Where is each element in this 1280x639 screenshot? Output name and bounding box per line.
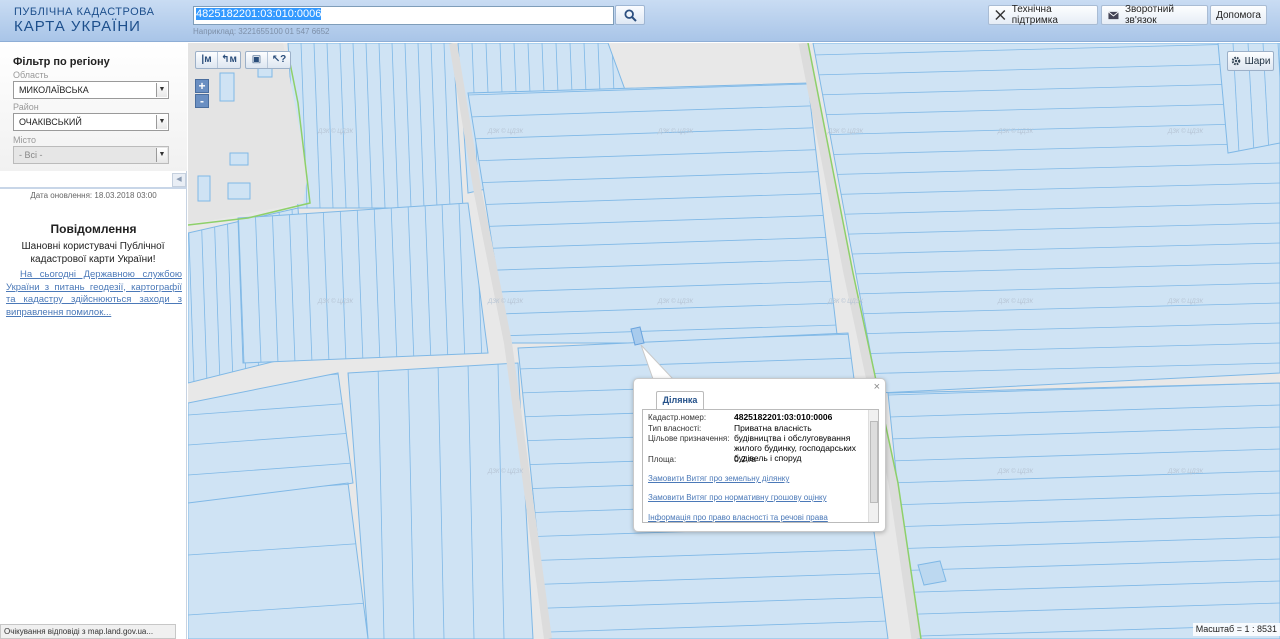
city-label: Місто xyxy=(13,135,37,145)
map-watermark: ДЗК © ЦДЗК xyxy=(317,128,353,135)
chevron-down-icon[interactable]: ▼ xyxy=(156,115,167,129)
map-watermark: ДЗК © ЦДЗК xyxy=(1167,298,1203,305)
browser-status-bar: Очікування відповіді з map.land.gov.ua..… xyxy=(0,624,176,639)
order-valuation-extract-link[interactable]: Замовити Витяг про нормативну грошову оц… xyxy=(648,493,827,502)
parcel-popup: × Ділянка Кадастр.номер: 4825182201:03:0… xyxy=(633,378,886,532)
search-hint: Наприклад: 3221655100 01 547 6652 xyxy=(193,27,330,36)
building-parcel xyxy=(229,152,249,166)
tools-icon xyxy=(995,10,1006,20)
support-label: Технічна підтримка xyxy=(1011,4,1058,26)
region-label: Область xyxy=(13,70,49,80)
zoom-in-button[interactable]: + xyxy=(195,79,209,93)
close-icon[interactable]: × xyxy=(874,381,880,393)
city-value: - Всі - xyxy=(19,150,43,160)
print-icon[interactable]: ▣ xyxy=(246,52,268,68)
city-select[interactable]: - Всі - ▼ xyxy=(13,146,169,164)
ownership-value: Приватна власність xyxy=(734,423,812,433)
logo-line2: КАРТА УКРАЇНИ xyxy=(14,18,141,35)
ownership-label: Тип власності: xyxy=(648,424,702,433)
divider xyxy=(0,187,187,189)
news-greeting: Шановні користувачі Публічної кадастрово… xyxy=(21,241,165,265)
logo-line1: ПУБЛІЧНА КАДАСТРОВА xyxy=(14,6,155,18)
region-value: МИКОЛАЇВСЬКА xyxy=(19,85,89,95)
map-watermark: ДЗК © ЦДЗК xyxy=(317,298,353,305)
parcel-block xyxy=(467,82,839,344)
measure-toolbar: |м ↰м xyxy=(195,51,241,69)
map-watermark: ДЗК © ЦДЗК xyxy=(1167,128,1203,135)
news-link[interactable]: На сьогодні Державною службою України з … xyxy=(6,269,182,319)
search-button[interactable] xyxy=(615,5,645,25)
map-watermark: ДЗК © ЦДЗК xyxy=(997,468,1033,475)
cadastral-map[interactable]: ДЗК © ЦДЗК ДЗК © ЦДЗК ДЗК © ЦДЗК ДЗК © ЦДЗК… xyxy=(188,43,1280,639)
parcel-block xyxy=(237,202,489,364)
parcel-block xyxy=(812,43,1280,394)
scrollbar-thumb[interactable] xyxy=(870,421,878,503)
parcel-info: Кадастр.номер: 4825182201:03:010:0006 Ти… xyxy=(642,409,879,523)
zoom-out-button[interactable]: - xyxy=(195,94,209,108)
layers-label: Шари xyxy=(1244,55,1271,67)
parcel-block xyxy=(188,482,369,639)
map-watermark: ДЗК © ЦДЗК xyxy=(827,298,863,305)
purpose-label: Цільове призначення: xyxy=(648,434,730,443)
measure-length-icon[interactable]: |м xyxy=(196,52,218,68)
district-label: Район xyxy=(13,102,39,112)
popup-scrollbar[interactable] xyxy=(868,410,878,522)
search-icon xyxy=(623,8,637,22)
area-value: 0.2 га xyxy=(734,454,756,464)
map-watermark: ДЗК © ЦДЗК xyxy=(997,298,1033,305)
area-label: Площа: xyxy=(648,455,677,464)
parcel-block xyxy=(887,382,1280,639)
map-scale: Масштаб = 1 : 8531 xyxy=(1192,623,1280,636)
parcel-block xyxy=(287,43,464,209)
building-parcel xyxy=(227,182,251,200)
region-filter: Фільтр по регіону Область МИКОЛАЇВСЬКА ▼… xyxy=(0,43,187,171)
feedback-label: Зворотний зв'язок xyxy=(1124,4,1174,26)
tab-parcel[interactable]: Ділянка xyxy=(656,391,704,409)
map-watermark: ДЗК © ЦДЗК xyxy=(487,298,523,305)
app-header: ПУБЛІЧНА КАДАСТРОВА КАРТА УКРАЇНИ 482518… xyxy=(0,0,1280,42)
layers-button[interactable]: Шари xyxy=(1227,51,1274,71)
district-value: ОЧАКІВСЬКИЙ xyxy=(19,117,82,127)
support-button[interactable]: Технічна підтримка xyxy=(988,4,1098,26)
search-input[interactable]: 4825182201:03:010:0006 xyxy=(193,6,614,25)
site-logo[interactable]: ПУБЛІЧНА КАДАСТРОВА КАРТА УКРАЇНИ xyxy=(14,6,155,35)
building-parcel xyxy=(219,72,235,102)
help-button[interactable]: Допомога xyxy=(1210,5,1267,25)
parcel-block xyxy=(347,362,534,639)
mail-icon xyxy=(1108,11,1119,19)
collapse-sidebar-button[interactable]: ◀ xyxy=(172,173,186,187)
map-watermark: ДЗК © ЦДЗК xyxy=(827,128,863,135)
popup-pointer xyxy=(640,344,675,380)
identify-icon[interactable]: ↖? xyxy=(268,52,290,68)
cadastr-value: 4825182201:03:010:0006 xyxy=(734,412,833,422)
region-select[interactable]: МИКОЛАЇВСЬКА ▼ xyxy=(13,81,169,99)
map-watermark: ДЗК © ЦДЗК xyxy=(487,468,523,475)
map-watermark: ДЗК © ЦДЗК xyxy=(657,128,693,135)
order-parcel-extract-link[interactable]: Замовити Витяг про земельну ділянку xyxy=(648,474,789,483)
sidebar: Фільтр по регіону Область МИКОЛАЇВСЬКА ▼… xyxy=(0,43,187,639)
cadastr-label: Кадастр.номер: xyxy=(648,413,707,422)
search-input-value: 4825182201:03:010:0006 xyxy=(196,8,322,20)
map-watermark: ДЗК © ЦДЗК xyxy=(997,128,1033,135)
update-date: Дата оновлення: 18.03.2018 03:00 xyxy=(30,191,157,200)
measure-area-icon[interactable]: ↰м xyxy=(218,52,240,68)
ownership-info-link[interactable]: Інформація про право власності та речові… xyxy=(648,513,828,522)
filter-title: Фільтр по регіону xyxy=(13,56,110,68)
map-watermark: ДЗК © ЦДЗК xyxy=(657,298,693,305)
help-label: Допомога xyxy=(1216,9,1261,21)
map-watermark: ДЗК © ЦДЗК xyxy=(1167,468,1203,475)
chevron-down-icon: ▼ xyxy=(156,148,167,162)
gear-icon xyxy=(1231,56,1240,66)
map-canvas[interactable]: ДЗК © ЦДЗК ДЗК © ЦДЗК ДЗК © ЦДЗК ДЗК © ЦДЗК… xyxy=(188,43,1280,639)
chevron-down-icon[interactable]: ▼ xyxy=(156,83,167,97)
feedback-button[interactable]: Зворотний зв'язок xyxy=(1101,4,1208,26)
district-select[interactable]: ОЧАКІВСЬКИЙ ▼ xyxy=(13,113,169,131)
building-parcel xyxy=(197,175,211,202)
print-toolbar: ▣ ↖? xyxy=(245,51,291,69)
news-title: Повідомлення xyxy=(50,222,137,236)
map-watermark: ДЗК © ЦДЗК xyxy=(487,128,523,135)
